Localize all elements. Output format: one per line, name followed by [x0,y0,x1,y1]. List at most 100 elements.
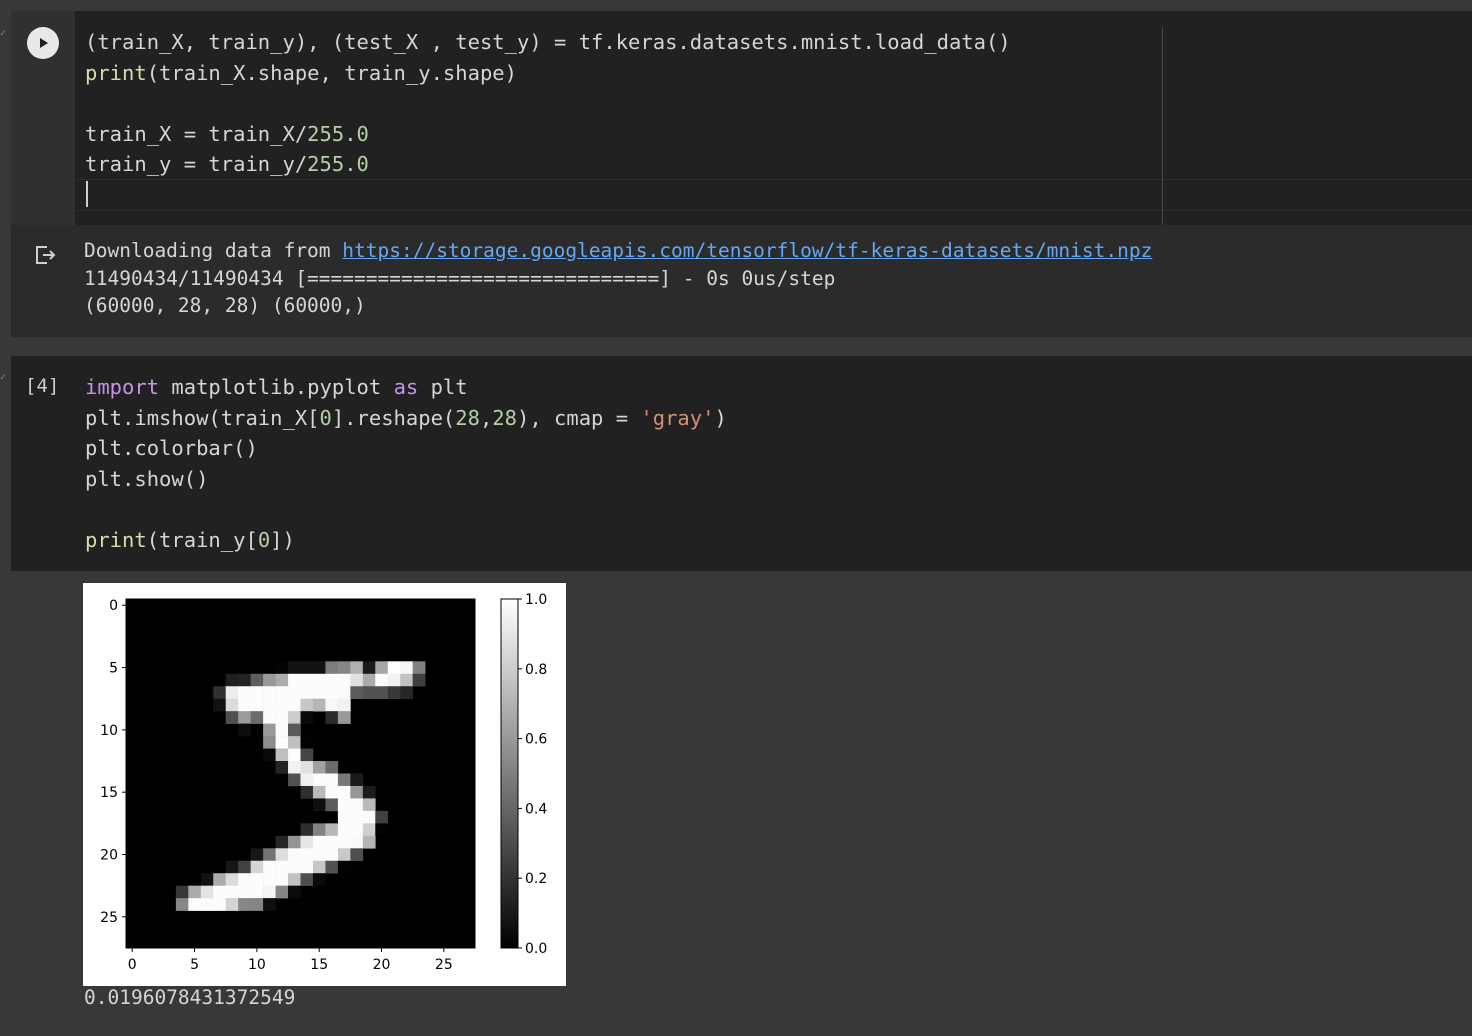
heatmap-cell [288,686,301,700]
heatmap-cell [312,798,326,812]
heatmap-cell [225,673,239,687]
heatmap-cell [337,773,351,787]
y-tick-label: 15 [100,785,118,801]
heatmap-cell [312,686,326,700]
heatmap-cell [325,823,339,837]
heatmap-cell [213,698,227,712]
heatmap-cell [350,823,364,837]
heatmap-cell [312,773,326,787]
heatmap-cell [400,661,413,675]
heatmap-cell [225,686,239,700]
heatmap-cell [337,810,351,824]
heatmap-cell [337,711,351,724]
heatmap-cell [362,835,376,849]
heatmap-cell [275,686,289,700]
heatmap-cell [288,873,301,886]
heatmap-cell [250,848,264,862]
heatmap-cell [288,736,301,749]
heatmap-cell [288,661,301,675]
heatmap-cell [325,673,339,687]
heatmap-cell [300,785,314,799]
heatmap-cell [250,873,264,886]
x-tick-label: 25 [435,957,453,973]
heatmap-cell [288,723,301,737]
heatmap-cell [238,873,251,886]
heatmap-cell [175,898,189,911]
code-cell-1[interactable]: (train_X, train_y), (test_X , test_y) = … [11,11,1472,225]
code-cell-2[interactable]: [4] import matplotlib.pyplot as plt plt.… [11,356,1472,571]
output-clear-icon[interactable] [33,243,57,271]
y-tick-label: 20 [100,848,118,864]
heatmap-cell [350,848,364,862]
heatmap-cell [300,686,314,700]
heatmap-cell [325,835,339,849]
heatmap-cell [325,798,339,812]
heatmap-cell [412,661,426,675]
heatmap-cell [188,898,202,911]
heatmap-cell [350,773,364,787]
heatmap-cell [288,773,301,787]
colorbar-tick-label: 0.2 [525,871,547,887]
heatmap-cell [288,860,301,874]
heatmap-cell [312,873,326,886]
code-editor[interactable]: import matplotlib.pyplot as plt plt.imsh… [85,372,727,555]
text-cursor [86,181,88,207]
heatmap-cell [325,848,339,862]
colorbar [500,598,519,949]
heatmap-cell [362,673,376,687]
heatmap-cell [375,661,389,675]
y-tick-label: 25 [100,910,118,926]
heatmap-cell [250,885,264,899]
heatmap-cell [288,748,301,762]
heatmap-cell [337,848,351,862]
heatmap-cell [300,698,314,712]
heatmap-cells [126,599,475,948]
code-editor[interactable]: (train_X, train_y), (test_X , test_y) = … [85,27,1011,180]
heatmap-cell [325,686,339,700]
heatmap-cell [375,823,389,837]
heatmap-cell [300,748,314,762]
heatmap-cell [238,698,251,712]
heatmap-cell [300,661,314,675]
heatmap-cell [288,848,301,862]
run-cell-button[interactable] [27,27,59,59]
heatmap-cell [275,860,289,874]
current-line-highlight [75,179,1472,211]
heatmap-cell [250,898,264,911]
heatmap-cell [213,898,227,911]
heatmap-cell [275,885,289,899]
heatmap-cell [362,661,376,675]
heatmap-cell [263,736,276,749]
heatmap-cell [300,736,314,749]
heatmap-cell [325,698,339,712]
heatmap-cell [337,698,351,712]
heatmap-cell [387,661,401,675]
play-icon [40,38,48,48]
heatmap-cell [263,848,276,862]
heatmap-cell [275,873,289,886]
heatmap-cell [275,736,289,749]
download-link[interactable]: https://storage.googleapis.com/tensorflo… [342,239,1152,262]
heatmap-cell [263,711,276,724]
heatmap-cell [213,885,227,899]
heatmap-cell [263,860,276,874]
heatmap-cell [263,873,276,886]
heatmap-cell [263,698,276,712]
x-tick-label: 0 [128,957,137,973]
heatmap-cell [288,673,301,687]
heatmap-cell [275,723,289,737]
heatmap-cell [412,673,426,687]
code-line: import matplotlib.pyplot as plt [85,375,468,399]
heatmap-cell [275,748,289,762]
heatmap-cell [300,761,314,774]
y-tick-label: 10 [100,723,118,739]
progress-line: 11490434/11490434 [=====================… [84,266,836,290]
heatmap-cell [325,661,339,675]
heatmap-cell [238,673,251,687]
y-tick-label: 5 [109,661,118,677]
heatmap-cell [387,686,401,700]
heatmap-cell [312,761,326,774]
code-line: train_y = train_y/255.0 [85,152,369,176]
x-tick-label: 20 [373,957,391,973]
heatmap-cell [225,860,239,874]
